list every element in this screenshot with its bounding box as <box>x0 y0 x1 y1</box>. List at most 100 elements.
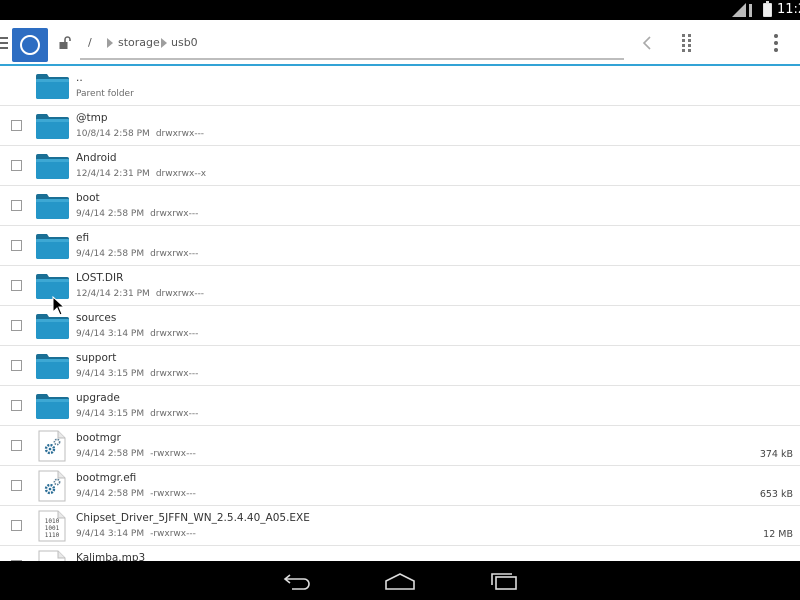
file-name: Chipset_Driver_5JFFN_WN_2.5.4.40_A05.EXE <box>76 512 310 524</box>
select-checkbox[interactable] <box>11 360 22 371</box>
file-meta: 9/4/14 3:14 PM drwxrwx--- <box>76 329 198 339</box>
gear-file-icon <box>38 470 66 502</box>
file-date: 12/4/14 2:31 PM <box>76 289 150 299</box>
breadcrumb-separator-icon <box>161 38 167 48</box>
file-size: 12 MB <box>763 529 793 540</box>
file-meta: 9/4/14 3:15 PM drwxrwx--- <box>76 369 198 379</box>
drawer-menu-icon[interactable] <box>0 37 8 49</box>
list-item[interactable]: bootmgr.efi 9/4/14 2:58 PM -rwxrwx--- 653 k… <box>0 466 800 506</box>
folder-icon <box>36 153 69 179</box>
status-time: 11:29 <box>777 2 800 17</box>
select-checkbox[interactable] <box>11 240 22 251</box>
file-meta: 12/4/14 2:31 PM drwxrwx--x <box>76 169 206 179</box>
grid-view-icon[interactable] <box>682 34 694 52</box>
folder-icon <box>36 353 69 379</box>
back-icon[interactable] <box>282 571 314 591</box>
list-item[interactable]: boot 9/4/14 2:58 PM drwxrwx--- <box>0 186 800 226</box>
file-name: .. <box>76 72 83 84</box>
signal-icon <box>732 3 752 17</box>
file-name: LOST.DIR <box>76 272 124 284</box>
list-item[interactable]: Android 12/4/14 2:31 PM drwxrwx--x <box>0 146 800 186</box>
file-permissions: drwxrwx--- <box>155 289 205 299</box>
folder-icon <box>36 73 69 99</box>
chevron-left-icon[interactable] <box>640 35 654 51</box>
select-checkbox[interactable] <box>11 280 22 291</box>
select-checkbox[interactable] <box>11 480 22 491</box>
breadcrumb-root[interactable]: / <box>88 36 92 49</box>
recent-apps-icon[interactable] <box>488 571 520 591</box>
file-date: 9/4/14 3:15 PM <box>76 369 145 379</box>
file-meta: 9/4/14 3:15 PM drwxrwx--- <box>76 409 198 419</box>
file-meta: 10/8/14 2:58 PM drwxrwx--- <box>76 129 204 139</box>
breadcrumb-separator-icon <box>107 38 113 48</box>
list-item[interactable]: upgrade 9/4/14 3:15 PM drwxrwx--- <box>0 386 800 426</box>
select-checkbox[interactable] <box>11 160 22 171</box>
binary-file-icon: 1010 1001 1110 <box>38 510 66 542</box>
file-name: Kalimba.mp3 <box>76 552 146 561</box>
file-permissions: drwxrwx--- <box>150 409 199 419</box>
file-name: bootmgr.efi <box>76 472 137 484</box>
file-date: Parent folder <box>76 89 134 99</box>
list-item[interactable]: efi 9/4/14 2:58 PM drwxrwx--- <box>0 226 800 266</box>
unlock-icon[interactable] <box>58 36 72 50</box>
list-item[interactable]: @tmp 10/8/14 2:58 PM drwxrwx--- <box>0 106 800 146</box>
home-icon[interactable] <box>384 571 416 591</box>
file-meta: 12/4/14 2:31 PM drwxrwx--- <box>76 289 204 299</box>
file-list: .. Parent folder @tmp 10/8/14 2:58 PM drwxrw… <box>0 66 800 561</box>
select-checkbox[interactable] <box>11 120 22 131</box>
file-meta: 9/4/14 2:58 PM -rwxrwx--- <box>76 489 196 499</box>
file-name: support <box>76 352 117 364</box>
file-meta: 9/4/14 2:58 PM -rwxrwx--- <box>76 449 196 459</box>
file-permissions: drwxrwx--x <box>155 169 207 179</box>
file-name: upgrade <box>76 392 120 404</box>
list-item[interactable]: LOST.DIR 12/4/14 2:31 PM drwxrwx--- <box>0 266 800 306</box>
file-name: boot <box>76 192 100 204</box>
file-date: 9/4/14 3:14 PM <box>76 329 145 339</box>
file-size: 653 kB <box>759 489 793 500</box>
file-permissions: drwxrwx--- <box>150 209 199 219</box>
select-checkbox[interactable] <box>11 400 22 411</box>
select-checkbox[interactable] <box>11 440 22 451</box>
folder-icon <box>36 193 69 219</box>
gear-file-icon <box>38 430 66 462</box>
file-meta: 9/4/14 3:14 PM -rwxrwx--- <box>76 529 196 539</box>
mouse-cursor-icon <box>52 296 66 316</box>
select-checkbox[interactable] <box>11 320 22 331</box>
file-meta: 9/4/14 2:58 PM drwxrwx--- <box>76 249 198 259</box>
file-date: 9/4/14 2:58 PM <box>76 449 145 459</box>
file-date: 9/4/14 3:14 PM <box>76 529 145 539</box>
file-date: 9/4/14 3:15 PM <box>76 409 145 419</box>
folder-icon <box>36 113 69 139</box>
parent-folder-row[interactable]: .. Parent folder <box>0 66 800 106</box>
status-bar: 11:29 <box>0 0 800 20</box>
file-permissions: drwxrwx--- <box>150 329 199 339</box>
breadcrumb-storage[interactable]: storage <box>118 36 160 49</box>
list-item[interactable]: 1010 1001 1110 Chipset_Driver_5JFFN_WN_2.5.… <box>0 506 800 546</box>
select-checkbox[interactable] <box>11 520 22 531</box>
file-permissions: -rwxrwx--- <box>150 449 196 459</box>
audio-file-icon <box>38 550 66 561</box>
svg-text:1010: 1010 <box>45 518 60 525</box>
overflow-menu-icon[interactable] <box>773 34 779 52</box>
file-name: @tmp <box>76 112 108 124</box>
svg-text:1001: 1001 <box>45 525 60 532</box>
file-permissions: -rwxrwx--- <box>150 489 196 499</box>
file-permissions: drwxrwx--- <box>150 249 199 259</box>
select-checkbox[interactable] <box>11 200 22 211</box>
file-permissions: drwxrwx--- <box>150 369 199 379</box>
file-date: 12/4/14 2:31 PM <box>76 169 150 179</box>
file-size: 374 kB <box>759 449 793 460</box>
file-meta: Parent folder <box>76 89 134 99</box>
file-name: bootmgr <box>76 432 121 444</box>
toolbar: / storage usb0 <box>0 20 800 66</box>
list-item[interactable]: Kalimba.mp3 <box>0 546 800 561</box>
app-logo-icon[interactable] <box>12 28 48 62</box>
file-manager-app: / storage usb0 .. Parent folder @tmp 10/8/1… <box>0 20 800 561</box>
list-item[interactable]: bootmgr 9/4/14 2:58 PM -rwxrwx--- 374 kB <box>0 426 800 466</box>
list-item[interactable]: sources 9/4/14 3:14 PM drwxrwx--- <box>0 306 800 346</box>
breadcrumb: / storage usb0 <box>78 20 624 66</box>
breadcrumb-usb0[interactable]: usb0 <box>171 36 198 49</box>
file-permissions: drwxrwx--- <box>155 129 205 139</box>
list-item[interactable]: support 9/4/14 3:15 PM drwxrwx--- <box>0 346 800 386</box>
folder-icon <box>36 393 69 419</box>
